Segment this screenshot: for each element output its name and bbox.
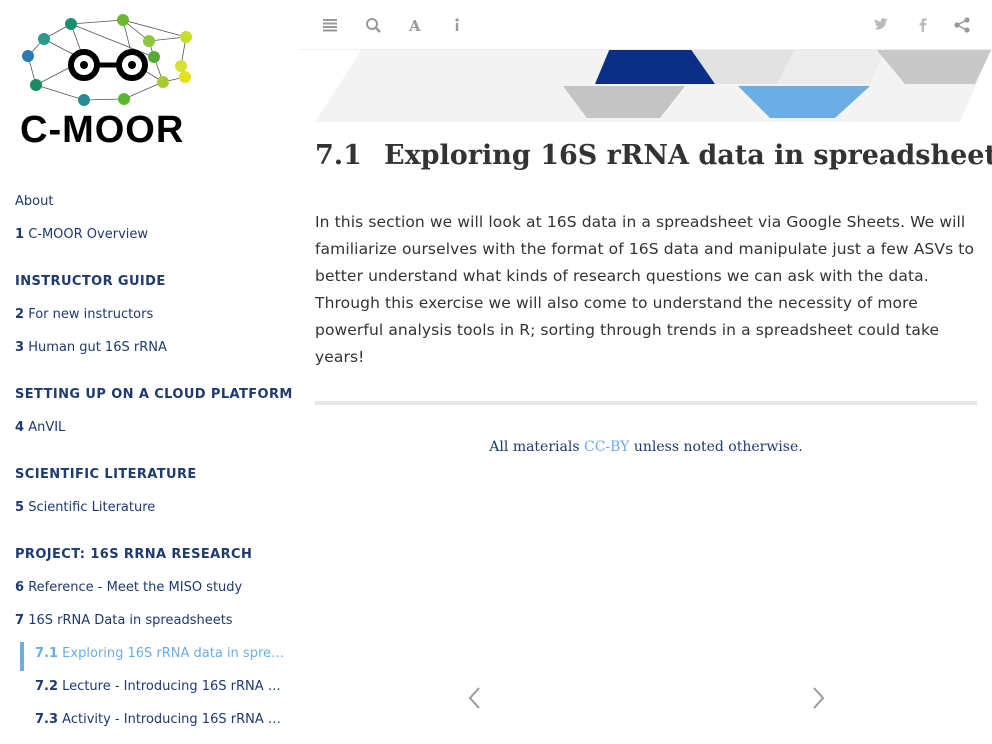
- svg-text:C-MOOR: C-MOOR: [20, 109, 184, 148]
- nav-item-number: 7: [15, 613, 25, 628]
- next-page-arrow[interactable]: [810, 684, 828, 712]
- divider: [315, 401, 977, 405]
- footer-suffix: unless noted otherwise.: [629, 439, 803, 455]
- sidebar-nav: About 1 C-MOOR Overview INSTRUCTOR GUIDE 2 …: [0, 190, 300, 741]
- c-moor-logo[interactable]: C-MOOR: [18, 12, 204, 148]
- nav-item[interactable]: 5 Scientific Literature: [0, 496, 290, 529]
- section-number: 7.1: [315, 140, 362, 171]
- nav-item-label: Human gut 16S rRNA: [28, 340, 167, 355]
- nav-item-label: Scientific Literature: [28, 500, 156, 515]
- nav-item-number: 7.1: [35, 646, 59, 661]
- nav-item-number: 1: [15, 227, 25, 242]
- font-icon[interactable]: A: [406, 14, 426, 36]
- nav-section-header: SETTING UP ON A CLOUD PLATFORM: [15, 387, 293, 402]
- nav-item-number: 3: [15, 340, 25, 355]
- nav-subitem[interactable]: 7.2 Lecture - Introducing 16S rRNA Data: [0, 675, 285, 708]
- nav-item-number: 2: [15, 307, 25, 322]
- nav-item[interactable]: 7 16S rRNA Data in spreadsheets: [0, 609, 290, 642]
- license-footer: All materials CC-BY unless noted otherwi…: [315, 439, 977, 455]
- nav-item-label: Exploring 16S rRNA data in spreadsheets: [62, 646, 285, 661]
- nav-section-header: INSTRUCTOR GUIDE: [15, 274, 166, 289]
- nav-item-number: 5: [15, 500, 25, 515]
- banner-graphic: [315, 48, 992, 122]
- nav-item-label: 16S rRNA Data in spreadsheets: [28, 613, 233, 628]
- nav-item-number: 6: [15, 580, 25, 595]
- list-icon[interactable]: [320, 14, 340, 36]
- facebook-icon[interactable]: [913, 14, 933, 36]
- nav-item[interactable]: 6 Reference - Meet the MISO study: [0, 576, 290, 609]
- nav-subitem[interactable]: 7.1 Exploring 16S rRNA data in spreadshe…: [0, 642, 285, 675]
- nav-item-label: C-MOOR Overview: [28, 227, 149, 242]
- nav-item-number: 7.2: [35, 679, 59, 694]
- info-icon[interactable]: [447, 14, 467, 36]
- nav-item[interactable]: 2 For new instructors: [0, 303, 290, 336]
- svg-text:A: A: [408, 17, 421, 35]
- nav-subitem[interactable]: 7.3 Activity - Introducing 16S rRNA Data: [0, 708, 285, 741]
- nav-item-label: For new instructors: [28, 307, 154, 322]
- page-title: 7.1 Exploring 16S rRNA data in spreadshee…: [315, 140, 992, 171]
- nav-item-number: 4: [15, 420, 25, 435]
- nav-item-label: About: [15, 194, 54, 209]
- nav-item-label: Activity - Introducing 16S rRNA Data: [62, 712, 285, 727]
- toolbar: A: [300, 0, 992, 50]
- nav-item[interactable]: About: [0, 190, 290, 223]
- footer-prefix: All materials: [489, 439, 584, 455]
- nav-section-header: PROJECT: 16S RRNA RESEARCH: [15, 547, 253, 562]
- sidebar: C-MOOR About 1 C-MOOR Overview INSTRUCTOR …: [0, 0, 300, 744]
- search-icon[interactable]: [363, 14, 383, 36]
- cc-by-link[interactable]: CC-BY: [584, 439, 629, 455]
- nav-item[interactable]: 1 C-MOOR Overview: [0, 223, 290, 256]
- main-content: 7.1 Exploring 16S rRNA data in spreadshee…: [315, 140, 992, 455]
- title-text: Exploring 16S rRNA data in spreadsheets: [383, 140, 992, 171]
- share-icon[interactable]: [952, 14, 972, 36]
- nav-item-number: 7.3: [35, 712, 59, 727]
- twitter-icon[interactable]: [871, 14, 891, 36]
- nav-item[interactable]: 4 AnVIL: [0, 416, 290, 449]
- intro-paragraph: In this section we will look at 16S data…: [315, 213, 975, 366]
- previous-page-arrow[interactable]: [465, 684, 483, 712]
- nav-item-label: Lecture - Introducing 16S rRNA Data: [62, 679, 285, 694]
- nav-section-header: SCIENTIFIC LITERATURE: [15, 467, 197, 482]
- nav-item-label: Reference - Meet the MISO study: [28, 580, 243, 595]
- nav-item-label: AnVIL: [28, 420, 66, 435]
- nav-item[interactable]: 3 Human gut 16S rRNA: [0, 336, 290, 369]
